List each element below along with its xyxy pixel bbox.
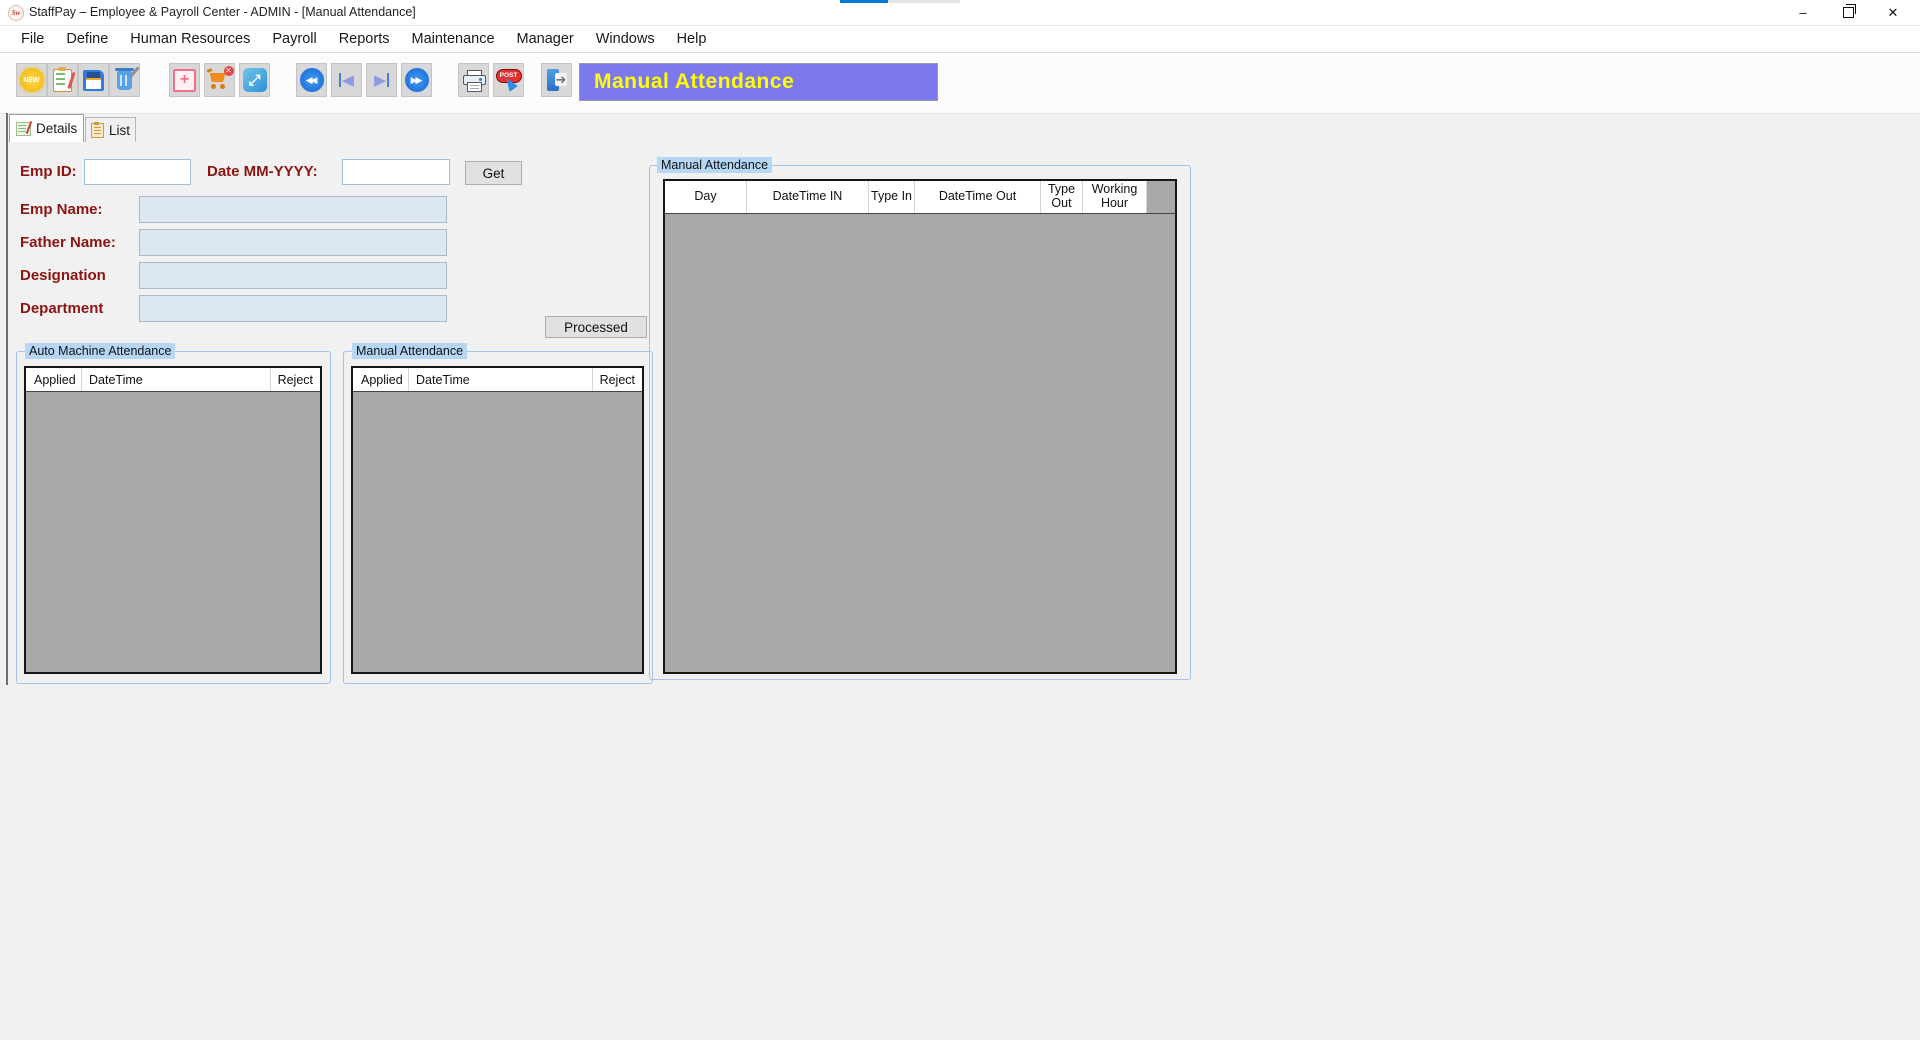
window-title: StaffPay – Employee & Payroll Center - A… <box>29 5 416 19</box>
last-record-icon: ▶▶ <box>405 68 429 92</box>
exit-icon: ➜ <box>545 69 569 91</box>
taskbar-peek-strip-gray <box>888 0 960 3</box>
manual-main-caption: Manual Attendance <box>657 157 772 173</box>
date-input[interactable] <box>342 159 450 185</box>
screen-title: Manual Attendance <box>580 70 794 94</box>
mdi-child-left-border <box>6 113 8 685</box>
toolbar: NEW + ✕ ⤢ ◀◀ ◀ <box>0 54 1920 114</box>
auto-machine-grid-body <box>26 392 320 672</box>
column-header-datetime-in: DateTime IN <box>747 181 869 213</box>
list-tab-icon <box>91 123 104 138</box>
column-header-datetime: DateTime <box>409 368 593 391</box>
column-header-type-out: Type Out <box>1041 181 1083 213</box>
manual-main-grid-body <box>665 214 1175 672</box>
menu-file[interactable]: File <box>10 26 55 52</box>
manual-main-grid-header: Day DateTime IN Type In DateTime Out Typ… <box>665 181 1175 214</box>
manual-main-grid: Day DateTime IN Type In DateTime Out Typ… <box>663 179 1177 674</box>
title-bar: Sw StaffPay – Employee & Payroll Center … <box>0 0 1920 26</box>
menu-manager[interactable]: Manager <box>506 26 585 52</box>
manual-small-grid: Applied DateTime Reject <box>351 366 644 674</box>
menu-maintenance[interactable]: Maintenance <box>400 26 505 52</box>
manual-small-caption: Manual Attendance <box>352 343 467 359</box>
refresh-icon: ⤢ <box>243 68 267 92</box>
next-record-icon: ▶ <box>374 71 389 89</box>
column-header-datetime-out: DateTime Out <box>915 181 1041 213</box>
post-stamp-icon: POST <box>496 69 522 91</box>
list-tab-label: List <box>109 123 130 138</box>
taskbar-peek-strip-blue <box>840 0 888 3</box>
new-icon: NEW <box>20 68 44 92</box>
auto-machine-grid-header: Applied DateTime Reject <box>26 368 320 392</box>
refresh-button[interactable]: ⤢ <box>239 63 270 97</box>
column-header-reject: Reject <box>271 368 320 391</box>
date-label: Date MM-YYYY: <box>207 163 318 180</box>
add-window-icon: + <box>173 69 196 92</box>
column-header-applied: Applied <box>26 368 82 391</box>
column-header-type-in: Type In <box>869 181 915 213</box>
app-window: Sw StaffPay – Employee & Payroll Center … <box>0 0 1920 1040</box>
first-record-button[interactable]: ◀◀ <box>296 63 327 97</box>
father-name-field <box>139 229 447 256</box>
previous-record-icon: ◀ <box>339 71 354 89</box>
restore-icon <box>1843 7 1854 18</box>
department-field <box>139 295 447 322</box>
column-header-day: Day <box>665 181 747 213</box>
column-header-reject: Reject <box>593 368 642 391</box>
column-header-datetime: DateTime <box>82 368 271 391</box>
delete-icon <box>117 71 132 90</box>
post-button[interactable]: POST <box>493 63 524 97</box>
menu-payroll[interactable]: Payroll <box>261 26 327 52</box>
department-label: Department <box>20 300 103 317</box>
father-name-label: Father Name: <box>20 234 116 251</box>
column-header-working-hour: Working Hour <box>1083 181 1147 213</box>
designation-label: Designation <box>20 267 106 284</box>
emp-id-input[interactable] <box>84 159 191 185</box>
details-tab-icon <box>16 122 31 136</box>
menu-help[interactable]: Help <box>666 26 718 52</box>
manual-small-grid-body <box>353 392 642 672</box>
menu-human-resources[interactable]: Human Resources <box>119 26 261 52</box>
edit-button[interactable] <box>47 63 78 97</box>
last-record-button[interactable]: ▶▶ <box>401 63 432 97</box>
exit-button[interactable]: ➜ <box>541 63 572 97</box>
new-button[interactable]: NEW <box>16 63 47 97</box>
restore-button[interactable] <box>1826 0 1870 25</box>
print-button[interactable] <box>458 63 489 97</box>
emp-name-field <box>139 196 447 223</box>
designation-field <box>139 262 447 289</box>
menu-reports[interactable]: Reports <box>328 26 401 52</box>
auto-machine-caption: Auto Machine Attendance <box>25 343 175 359</box>
tab-list[interactable]: List <box>85 117 136 142</box>
header-filler <box>1147 181 1175 213</box>
edit-icon <box>53 69 72 92</box>
print-icon <box>463 70 485 90</box>
menu-bar: File Define Human Resources Payroll Repo… <box>0 26 1920 53</box>
menu-windows[interactable]: Windows <box>585 26 666 52</box>
cancel-cart-button[interactable]: ✕ <box>204 63 235 97</box>
next-record-button[interactable]: ▶ <box>366 63 397 97</box>
app-logo-icon: Sw <box>8 5 24 21</box>
manual-small-grid-header: Applied DateTime Reject <box>353 368 642 392</box>
save-button[interactable] <box>78 63 109 97</box>
close-icon: ✕ <box>1888 5 1899 21</box>
auto-machine-grid: Applied DateTime Reject <box>24 366 322 674</box>
get-button[interactable]: Get <box>465 161 522 185</box>
close-button[interactable]: ✕ <box>1871 0 1915 25</box>
minimize-icon: – <box>1799 5 1806 20</box>
menu-define[interactable]: Define <box>55 26 119 52</box>
delete-button[interactable] <box>109 63 140 97</box>
first-record-icon: ◀◀ <box>300 68 324 92</box>
screen-title-banner: Manual Attendance <box>579 63 938 101</box>
previous-record-button[interactable]: ◀ <box>331 63 362 97</box>
emp-id-label: Emp ID: <box>20 163 77 180</box>
save-icon <box>83 70 104 91</box>
cart-remove-icon: ✕ <box>208 69 232 91</box>
emp-name-label: Emp Name: <box>20 201 103 218</box>
minimize-button[interactable]: – <box>1781 0 1825 25</box>
processed-button[interactable]: Processed <box>545 316 647 338</box>
column-header-applied: Applied <box>353 368 409 391</box>
add-record-button[interactable]: + <box>169 63 200 97</box>
tab-details[interactable]: Details <box>9 114 84 142</box>
details-tab-label: Details <box>36 121 77 136</box>
